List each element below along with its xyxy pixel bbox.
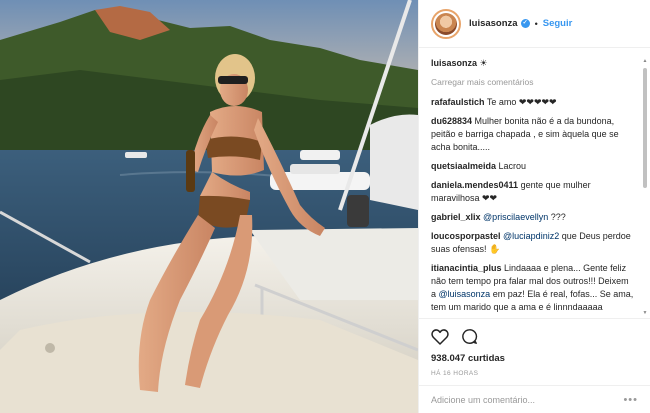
comment-icon[interactable] [461,328,478,345]
verified-badge-icon: ✓ [520,19,530,28]
comment-text: Te amo ❤❤❤❤❤ [484,97,557,107]
post-side-panel: luisasonza ✓ • Seguir luisasonza ☀ Carre… [418,0,650,413]
comment-username[interactable]: itianacintia_plus [431,263,502,273]
comment-item: gabriel_xlix @priscilaevellyn ??? [431,211,636,224]
header-separator: • [534,18,538,29]
post-caption: luisasonza ☀ [431,58,636,69]
post-actions: 938.047 curtidas HÁ 16 HORAS [419,318,650,377]
header-username[interactable]: luisasonza [469,18,518,29]
likes-count[interactable]: 938.047 curtidas [431,353,638,364]
action-icons [431,325,638,347]
comments-list[interactable]: luisasonza ☀ Carregar mais comentários r… [431,58,636,316]
caption-text: ☀ [479,58,488,68]
avatar[interactable] [431,8,461,39]
scrollbar-thumb[interactable] [643,68,647,188]
comment-mention[interactable]: @luisasonza [439,289,491,299]
comment-username[interactable]: rafafaulstich [431,97,485,107]
comment-username[interactable]: du628834 [431,116,472,126]
post-photo[interactable] [0,0,418,413]
load-more-comments-button[interactable]: Carregar mais comentários [431,77,636,87]
heart-icon[interactable] [431,328,449,345]
comment-username[interactable]: loucosporpastel [431,231,501,241]
comment-item: loucosporpastel @luciapdiniz2 que Deus p… [431,230,636,256]
comment-username[interactable]: daniela.mendes0411 [431,180,518,190]
comment-item: itianacintia_plus Lindaaaa e plena... Ge… [431,262,636,316]
comment-text: Lacrou [496,161,527,171]
comment-item: rafafaulstich Te amo ❤❤❤❤❤ [431,96,636,109]
follow-button[interactable]: Seguir [543,18,573,29]
comments-scrollbar[interactable]: ▲ ▼ [642,58,648,316]
scroll-down-arrow-icon[interactable]: ▼ [642,310,648,316]
avatar-image [435,12,457,35]
comment-item: du628834 Mulher bonita não é a da bundon… [431,115,636,154]
more-options-icon[interactable]: ••• [623,394,638,406]
post-header: luisasonza ✓ • Seguir [419,0,650,48]
comment-username[interactable]: quetsiaalmeida [431,161,496,171]
add-comment-bar: ••• [419,385,650,413]
comment-input[interactable] [431,394,624,405]
comment-item: quetsiaalmeida Lacrou [431,160,636,173]
scroll-up-arrow-icon[interactable]: ▲ [642,58,648,64]
comment-item: daniela.mendes0411 gente que mulher mara… [431,179,636,205]
comment-mention[interactable]: @priscilaevellyn [483,212,548,222]
comment-mention[interactable]: @luciapdiniz2 [503,231,559,241]
photo-image [0,0,418,413]
comment-username[interactable]: gabriel_xlix [431,212,481,222]
caption-username[interactable]: luisasonza [431,58,477,68]
comment-text-post: ??? [548,212,566,222]
post-timestamp[interactable]: HÁ 16 HORAS [431,370,638,377]
